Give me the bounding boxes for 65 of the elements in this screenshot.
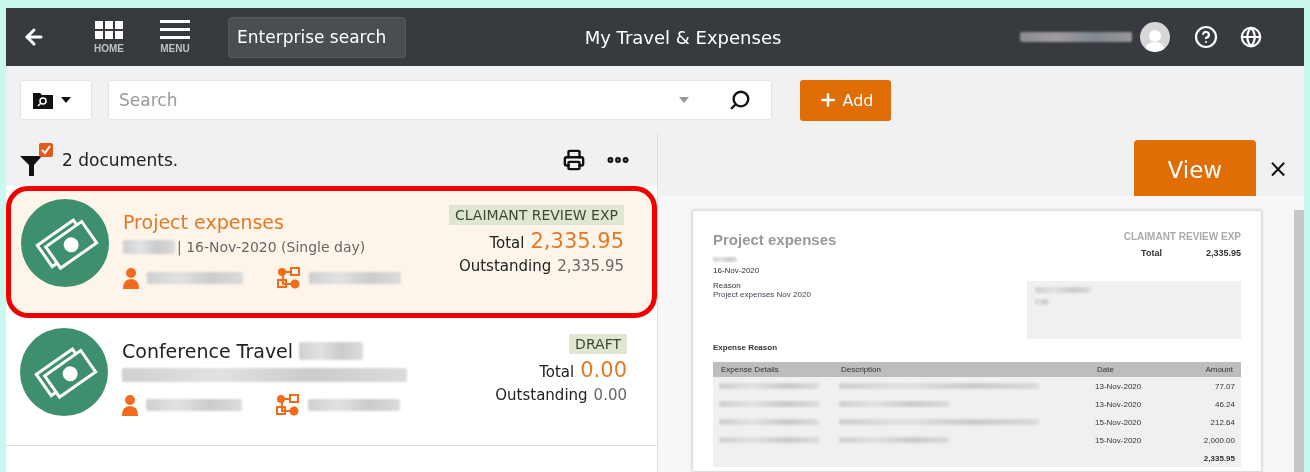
table-cell-text: 212.64 (1209, 417, 1235, 427)
reason-text: Project expenses Nov 2020 (713, 290, 811, 299)
hierarchy-icon (276, 394, 300, 416)
document-date: | 16-Nov-2020 (Single day) (177, 239, 366, 255)
close-button[interactable]: × (1267, 155, 1288, 183)
outstanding-amount: 0.00 (593, 386, 627, 404)
total-amount: 2,335.95 (530, 229, 624, 253)
document-count: 2 documents. (62, 150, 180, 170)
document-title: Project expenses (123, 211, 284, 233)
total-amount: 0.00 (580, 358, 627, 382)
column-header: Date (1097, 365, 1115, 374)
page-title: My Travel & Expenses (584, 26, 782, 48)
outstanding-label: Outstanding (495, 386, 588, 404)
avatar[interactable] (1140, 22, 1170, 52)
table-cell-text: 13-Nov-2020 (1095, 381, 1143, 391)
document-card[interactable]: Project expenses | 16-Nov-2020 (Single day) CLAIMANT REVIEW EXP Total 2,335.95 Outstanding 2,335.95 (6, 186, 657, 318)
status-badge: DRAFT (569, 334, 627, 354)
person-icon (123, 267, 139, 289)
folder-search-dropdown[interactable] (20, 80, 92, 120)
table-cell-text: 46.24 (1213, 399, 1235, 409)
status-badge: CLAIMANT REVIEW EXP (448, 205, 624, 225)
menu-button[interactable]: MENU (160, 20, 190, 54)
money-icon (20, 328, 108, 416)
print-icon[interactable] (563, 149, 585, 171)
person-icon (122, 394, 138, 416)
grid-icon (95, 20, 123, 40)
preview-title: Project expenses (713, 231, 837, 248)
total-label: Total (489, 234, 525, 252)
filter-icon (20, 142, 54, 178)
table-cell-text: 15-Nov-2020 (1095, 417, 1143, 427)
column-header: Description (841, 365, 882, 374)
table-cell-text: 13-Nov-2020 (1095, 399, 1143, 409)
table-cell-text: 2,000.00 (1202, 435, 1235, 445)
redacted-text (1035, 299, 1049, 305)
home-button[interactable]: HOME (94, 20, 124, 54)
table-cell-text: 15-Nov-2020 (1095, 435, 1143, 445)
grand-total: 2,335.95 (1202, 453, 1235, 463)
hierarchy-icon (277, 267, 301, 289)
enterprise-search[interactable]: Enterprise search (228, 16, 406, 58)
redacted-text (123, 240, 175, 254)
search-field[interactable]: Search (108, 80, 772, 120)
preview-total-label: Total (1141, 248, 1162, 258)
column-header: Expense Details (721, 365, 780, 374)
column-header: Amount (1204, 365, 1233, 374)
folder-search-icon (33, 91, 53, 109)
reason-label: Reason (713, 281, 742, 290)
preview-total: 2,335.95 (1205, 248, 1241, 258)
redacted-text (713, 257, 737, 262)
help-icon[interactable] (1194, 25, 1218, 49)
redacted-text (1035, 287, 1091, 293)
outstanding-amount: 2,335.95 (557, 257, 624, 275)
money-icon (21, 199, 109, 287)
document-title: Conference Travel (122, 340, 294, 362)
caret-icon (61, 97, 71, 103)
globe-icon[interactable] (1240, 26, 1262, 48)
section-label: Expense Reason (713, 343, 779, 352)
search-icon[interactable] (729, 89, 751, 111)
total-label: Total (539, 363, 575, 381)
preview-status: CLAIMANT REVIEW EXP (1123, 231, 1241, 242)
scrollbar[interactable] (1294, 210, 1304, 472)
caret-icon (679, 97, 689, 103)
table-cell-text: 77.07 (1213, 381, 1235, 391)
preview-date: 16-Nov-2020 (713, 266, 761, 275)
menu-icon (160, 20, 190, 40)
outstanding-label: Outstanding (458, 257, 552, 275)
